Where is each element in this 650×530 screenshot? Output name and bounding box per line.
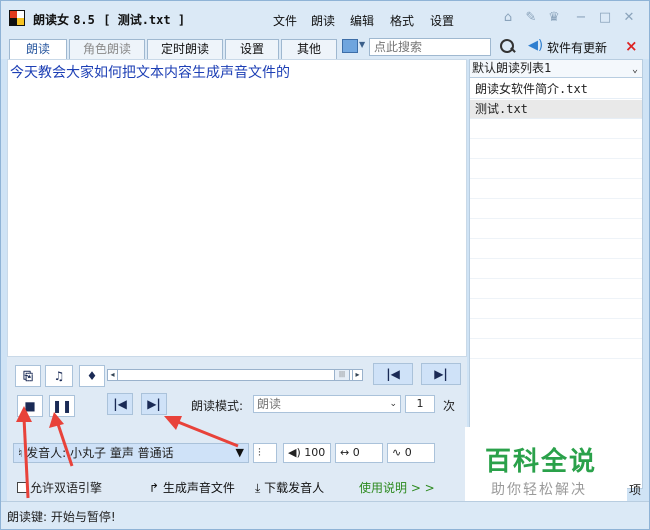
- menu-file[interactable]: 文件: [273, 12, 297, 29]
- list-row-empty: [470, 320, 642, 339]
- previous-icon[interactable]: |◀: [373, 363, 413, 385]
- document-icon[interactable]: ⎘: [15, 365, 41, 387]
- microphone-icon[interactable]: ♦: [79, 365, 105, 387]
- app-window: 朗读女 8.5 [ 测试.txt ] 文件 朗读 编辑 格式 设置 ⌂ ✎ ♛ …: [0, 0, 650, 530]
- playlist-panel: 默认朗读列表1 ⌄ 朗读女软件简介.txt 测试.txt: [469, 59, 643, 489]
- watermark-subtitle: 助你轻松解决: [491, 482, 587, 498]
- clipped-label: 项: [629, 483, 642, 497]
- list-row-empty: [470, 300, 642, 319]
- skin-icon[interactable]: ♛: [544, 9, 564, 27]
- download-icon: ⤓: [255, 481, 261, 495]
- export-icon: ↱: [149, 481, 160, 495]
- volume-icon: ◀): [288, 446, 301, 459]
- list-row-empty: [470, 220, 642, 239]
- maximize-icon[interactable]: □: [595, 9, 615, 27]
- tab-timed-read[interactable]: 定时朗读: [147, 39, 223, 59]
- chevron-down-icon[interactable]: ▼: [359, 40, 365, 49]
- chevron-down-icon: ▼: [235, 446, 244, 459]
- bilingual-engine-checkbox[interactable]: 允许双语引擎: [17, 479, 102, 496]
- search-input[interactable]: [369, 38, 491, 56]
- next-sentence-icon[interactable]: ▶|: [141, 393, 167, 415]
- headphone-icon: ♮: [18, 446, 23, 460]
- checkbox-box[interactable]: [17, 482, 28, 493]
- tab-settings[interactable]: 设置: [225, 39, 279, 59]
- download-voice-button[interactable]: ⤓ 下载发音人: [255, 479, 324, 496]
- list-row-empty: [470, 180, 642, 199]
- close-icon[interactable]: ✕: [619, 9, 639, 27]
- volume-control[interactable]: ◀) 100: [283, 443, 331, 463]
- document-text: 今天教会大家如何把文本内容生成声音文件的: [10, 65, 290, 81]
- generate-audio-button[interactable]: ↱ 生成声音文件: [149, 479, 235, 496]
- app-logo-icon: [9, 10, 25, 26]
- list-row-empty: [470, 140, 642, 159]
- list-row-empty: [470, 260, 642, 279]
- title-bar: 朗读女 8.5 [ 测试.txt ] 文件 朗读 编辑 格式 设置 ⌂ ✎ ♛ …: [1, 1, 649, 35]
- document-editor[interactable]: 今天教会大家如何把文本内容生成声音文件的: [7, 59, 467, 357]
- playlist-select[interactable]: 默认朗读列表1 ⌄: [470, 60, 642, 78]
- menu-edit[interactable]: 编辑: [350, 12, 374, 29]
- list-row-empty: [470, 240, 642, 259]
- equalizer-icon[interactable]: ⫶: [253, 443, 277, 463]
- repeat-count-input[interactable]: 1: [405, 395, 435, 413]
- previous-sentence-icon[interactable]: |◀: [107, 393, 133, 415]
- voice-select[interactable]: ♮ 发音人: 小丸子 童声 普通话 ▼: [13, 443, 249, 463]
- read-mode-label: 朗读模式:: [191, 399, 244, 413]
- tab-read[interactable]: 朗读: [9, 39, 67, 60]
- list-row-empty: [470, 120, 642, 139]
- help-link[interactable]: 使用说明 > >: [359, 479, 435, 496]
- app-title: 朗读女 8.5 [ 测试.txt ]: [33, 13, 186, 27]
- speed-icon: ↔: [340, 446, 350, 459]
- repeat-unit-label: 次: [443, 399, 456, 413]
- playlist-item[interactable]: 朗读女软件简介.txt: [470, 80, 642, 99]
- status-text: 朗读键: 开始与暂停!: [7, 510, 116, 524]
- list-row-empty: [470, 200, 642, 219]
- update-link[interactable]: 软件有更新: [547, 39, 607, 56]
- menu-settings[interactable]: 设置: [430, 12, 454, 29]
- chevron-down-icon: ⌄: [631, 64, 638, 75]
- speed-control[interactable]: ↔ 0: [335, 443, 383, 463]
- menu-format[interactable]: 格式: [390, 12, 414, 29]
- menu-read[interactable]: 朗读: [311, 12, 335, 29]
- list-row-empty: [470, 280, 642, 299]
- list-row-empty: [470, 340, 642, 359]
- watermark-title: 百科全说: [485, 447, 598, 477]
- tab-role-read[interactable]: 角色朗读: [69, 39, 145, 59]
- tab-other[interactable]: 其他: [281, 39, 337, 59]
- scroll-right-icon[interactable]: ▸: [352, 370, 362, 380]
- pause-icon[interactable]: ❚❚: [49, 395, 75, 417]
- progress-thumb[interactable]: |||: [334, 370, 350, 380]
- close-panel-icon[interactable]: ×: [625, 37, 638, 55]
- pitch-control[interactable]: ∿ 0: [387, 443, 435, 463]
- next-icon[interactable]: ▶|: [421, 363, 461, 385]
- scroll-left-icon[interactable]: ◂: [108, 370, 118, 380]
- search-icon[interactable]: [498, 38, 516, 56]
- status-bar: 朗读键: 开始与暂停!: [1, 501, 649, 529]
- music-icon[interactable]: ♫: [45, 365, 73, 387]
- minimize-icon[interactable]: −: [571, 9, 591, 27]
- playlist-item[interactable]: 测试.txt: [470, 100, 642, 119]
- pin-icon[interactable]: ✎: [521, 9, 541, 27]
- home-icon[interactable]: ⌂: [498, 9, 518, 27]
- chevron-down-icon: ⌄: [389, 399, 397, 409]
- pitch-icon: ∿: [392, 446, 402, 459]
- list-row-empty: [470, 160, 642, 179]
- read-mode-select[interactable]: 朗读 ⌄: [253, 395, 401, 413]
- speaker-icon: ◀): [528, 38, 544, 53]
- control-panel: ⎘ ♫ ♦ ◂ ||| ▸ |◀ ▶| ■ ❚❚ |◀ ▶| 朗读模式: 朗读 ⌄…: [7, 357, 467, 501]
- playback-progress[interactable]: ◂ ||| ▸: [107, 369, 363, 381]
- watermark: 百科全说 助你轻松解决: [465, 427, 627, 503]
- skin-picker-icon[interactable]: [342, 39, 358, 53]
- stop-icon[interactable]: ■: [17, 395, 43, 417]
